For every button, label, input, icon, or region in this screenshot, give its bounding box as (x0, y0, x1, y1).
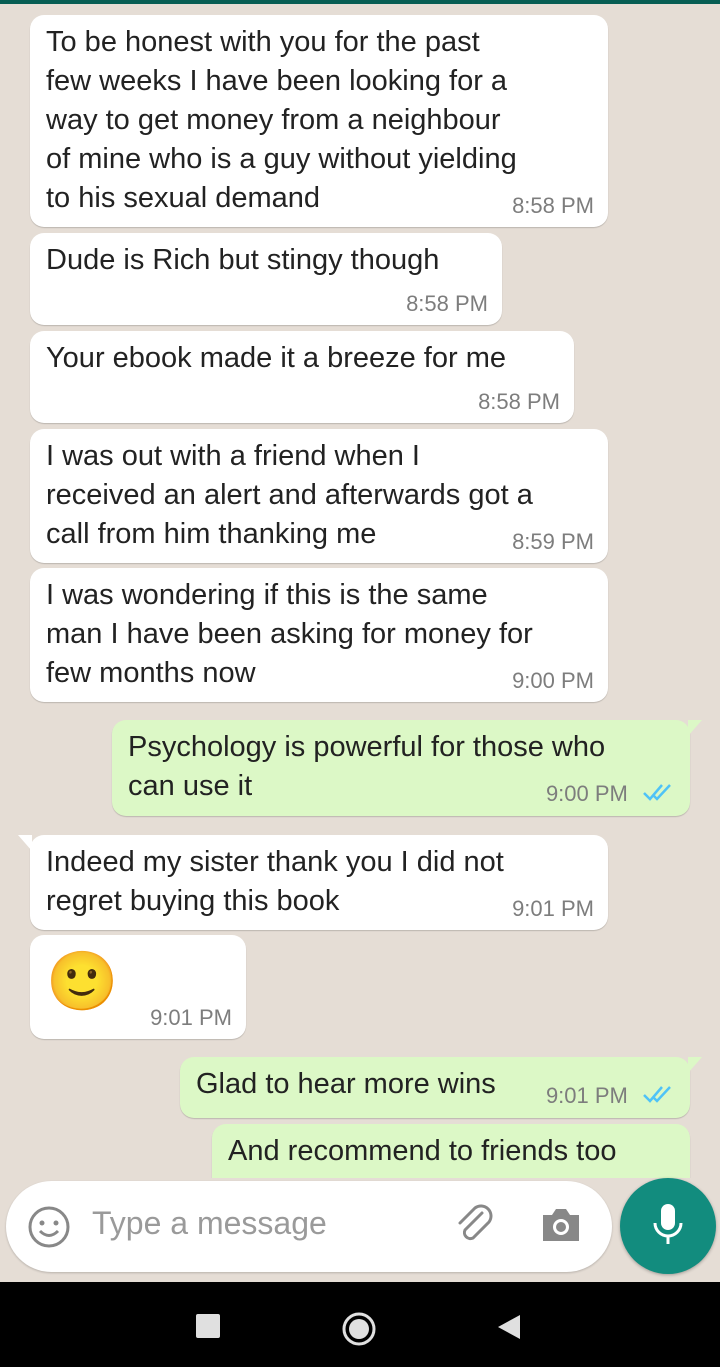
message-text: Your ebook made it a breeze for me (46, 342, 506, 374)
message-bubble-incoming[interactable]: Indeed my sister thank you I did not reg… (18, 835, 608, 930)
message-time-status: 9:01 PM (546, 1083, 676, 1110)
message-composer[interactable]: Type a message (6, 1181, 612, 1272)
paperclip-icon[interactable] (452, 1203, 498, 1254)
message-bubble-incoming[interactable]: Your ebook made it a breeze for me 8:58 … (30, 331, 574, 423)
message-time-status: 9:00 PM (546, 781, 676, 808)
message-time: 8:58 PM (406, 291, 488, 316)
message-time: 8:58 PM (512, 193, 594, 218)
message-text: To be honest with you for the past few w… (46, 26, 517, 214)
message-bubble-outgoing[interactable]: Glad to hear more wins 9:01 PM (180, 1057, 702, 1118)
message-time: 9:01 PM (512, 896, 594, 921)
system-nav-bar (0, 1282, 720, 1367)
message-bubble-incoming[interactable]: I was wondering if this is the same man … (30, 568, 608, 702)
message-time: 8:58 PM (478, 389, 560, 414)
message-bubble-outgoing[interactable]: Psychology is powerful for those who can… (112, 720, 702, 816)
back-icon[interactable] (496, 1313, 522, 1346)
mic-icon (650, 1201, 686, 1252)
message-text: I was wondering if this is the same man … (46, 579, 533, 689)
message-time: 9:00 PM (512, 668, 594, 693)
bubble-tail (18, 835, 32, 851)
message-text: Dude is Rich but stingy though (46, 244, 440, 276)
home-icon[interactable] (341, 1311, 377, 1352)
message-bubble-incoming[interactable]: 🙂 9:01 PM (30, 935, 246, 1039)
message-bubble-incoming[interactable]: I was out with a friend when I received … (30, 429, 608, 563)
double-check-read-icon (642, 782, 676, 808)
message-time: 9:01 PM (545, 1082, 628, 1108)
message-text: Indeed my sister thank you I did not reg… (46, 846, 504, 917)
message-bubble-outgoing[interactable]: And recommend to friends too (212, 1124, 690, 1178)
message-time: 9:00 PM (545, 780, 628, 806)
message-text: I was out with a friend when I received … (46, 440, 533, 550)
emoji-icon[interactable] (26, 1204, 72, 1255)
message-text: And recommend to friends too (228, 1135, 617, 1167)
chat-thread[interactable]: To be honest with you for the past few w… (0, 4, 720, 1178)
mic-button[interactable] (620, 1178, 716, 1274)
bubble-tail (688, 1057, 702, 1073)
message-time: 9:01 PM (150, 1005, 232, 1030)
camera-icon[interactable] (539, 1205, 583, 1250)
recent-apps-icon[interactable] (196, 1314, 220, 1338)
message-bubble-incoming[interactable]: To be honest with you for the past few w… (30, 15, 608, 227)
bubble-tail (688, 720, 702, 736)
message-input[interactable]: Type a message (92, 1205, 327, 1242)
double-check-read-icon (642, 1084, 676, 1110)
message-bubble-incoming[interactable]: Dude is Rich but stingy though 8:58 PM (30, 233, 502, 325)
message-time: 8:59 PM (512, 529, 594, 554)
